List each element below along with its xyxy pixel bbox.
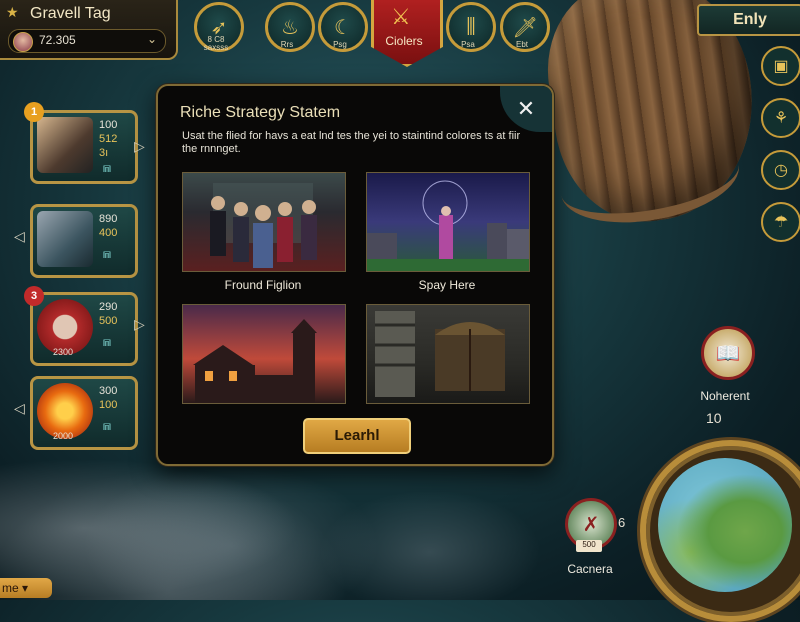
- tower-icon: ⩎: [103, 333, 111, 349]
- cloud-background-2: [300, 480, 560, 600]
- arrow-left-icon[interactable]: ◁: [14, 400, 25, 417]
- card-value-1: 100: [99, 119, 118, 131]
- flame-icon: ♨: [281, 16, 299, 39]
- character-card[interactable]: 290 500 ⩎ 2300: [30, 292, 138, 366]
- card-bottom-value: 2000: [53, 431, 74, 441]
- enly-button[interactable]: Enly: [697, 4, 800, 36]
- pillars-icon: ⫼: [466, 15, 476, 38]
- cache-count: 6: [618, 515, 626, 530]
- character-card[interactable]: 300 100 ⩎ 2000: [30, 376, 138, 450]
- card-value-1: 890: [99, 213, 118, 225]
- top-icon-label: Psg: [333, 40, 347, 49]
- character-portrait: [37, 211, 93, 267]
- player-panel[interactable]: ★ Gravell Tag 72.305 ⌄: [0, 0, 178, 60]
- noherent-label: Noherent: [700, 389, 750, 403]
- chevron-down-icon: ⌄: [146, 32, 157, 46]
- mansion-scene: [193, 319, 317, 403]
- card-value-2: 400: [99, 227, 118, 239]
- card-value-2: 512: [99, 133, 118, 145]
- sword-icon: ⚔: [391, 4, 411, 29]
- chevron-down-icon: ▾: [22, 581, 29, 595]
- top-icon-label: Ebt: [515, 40, 528, 49]
- card-value-3: 3ı: [99, 147, 109, 159]
- avatar: [13, 32, 33, 52]
- vault-scene: [375, 311, 505, 397]
- notification-badge: 3: [24, 286, 44, 306]
- card-value-1: 290: [99, 301, 118, 313]
- player-name: Gravell Tag: [30, 5, 111, 22]
- arrow-right-icon[interactable]: ▷: [134, 316, 145, 333]
- arrow-left-icon[interactable]: ◁: [14, 228, 25, 245]
- cache-label: Cacnera: [567, 562, 613, 576]
- tile-image-vault[interactable]: [366, 304, 530, 404]
- top-icon-label: Rrs: [280, 40, 294, 49]
- clock-icon-button[interactable]: ◷: [761, 150, 800, 190]
- card-value-2: 500: [99, 315, 118, 327]
- strategy-modal: Riche Strategy Statem ✕ Usat the flied f…: [156, 84, 554, 466]
- star-icon: ★: [6, 4, 19, 20]
- group-figures: [210, 183, 317, 268]
- top-icon-label: Psa: [461, 40, 475, 49]
- modal-title: Riche Strategy Statem: [180, 104, 341, 121]
- tower-icon: ⩎: [103, 417, 111, 433]
- tower-icon: ⩎: [103, 159, 111, 175]
- card-bottom-value: 2300: [53, 347, 74, 357]
- tower-icon: ⩎: [103, 245, 111, 261]
- cache-value: 500: [576, 540, 602, 552]
- dagger-icon: 🗡: [512, 16, 538, 39]
- scroll-icon: ▣: [773, 58, 789, 75]
- card-value-1: 300: [99, 385, 118, 397]
- tile-image-group[interactable]: [182, 172, 346, 272]
- score-value: 72.305: [39, 33, 76, 47]
- arrow-right-icon[interactable]: ▷: [134, 138, 145, 155]
- scroll-icon-button[interactable]: ▣: [761, 46, 800, 86]
- character-portrait: [37, 117, 93, 173]
- tile-caption: Spay Here: [418, 278, 476, 292]
- tile-image-city[interactable]: [366, 172, 530, 272]
- map-icon-button[interactable]: ⚘: [761, 98, 800, 138]
- umbrella-icon-button[interactable]: ☂: [761, 202, 800, 242]
- modal-description: Usat the flied for havs a eat lnd tes th…: [182, 130, 521, 155]
- score-dropdown[interactable]: 72.305 ⌄: [8, 29, 166, 53]
- top-icon-label: 8 C8 saxsss: [203, 35, 229, 52]
- umbrella-icon: ☂: [773, 214, 789, 231]
- minimap[interactable]: [658, 458, 792, 592]
- character-card[interactable]: 890 400 ⩎: [30, 204, 138, 278]
- city-scene: [367, 180, 529, 271]
- character-card[interactable]: 100 512 3ı ⩎: [30, 110, 138, 184]
- close-icon[interactable]: ✕: [500, 86, 552, 132]
- tile-caption: Fround Figlion: [224, 278, 302, 292]
- card-value-2: 100: [99, 399, 118, 411]
- tile-image-mansion[interactable]: [182, 304, 346, 404]
- home-tab-label: me: [2, 581, 19, 595]
- ciolers-label: Ciolers: [385, 34, 423, 48]
- learn-button[interactable]: Learhl: [303, 418, 411, 454]
- book-icon[interactable]: 📖: [701, 326, 755, 380]
- moon-icon: ☾: [334, 16, 352, 39]
- notification-badge: 1: [24, 102, 44, 122]
- home-tab[interactable]: me ▾: [0, 578, 52, 598]
- map-icon: ⚘: [773, 110, 789, 127]
- map-count: 10: [706, 410, 722, 426]
- clock-icon: ◷: [774, 162, 788, 179]
